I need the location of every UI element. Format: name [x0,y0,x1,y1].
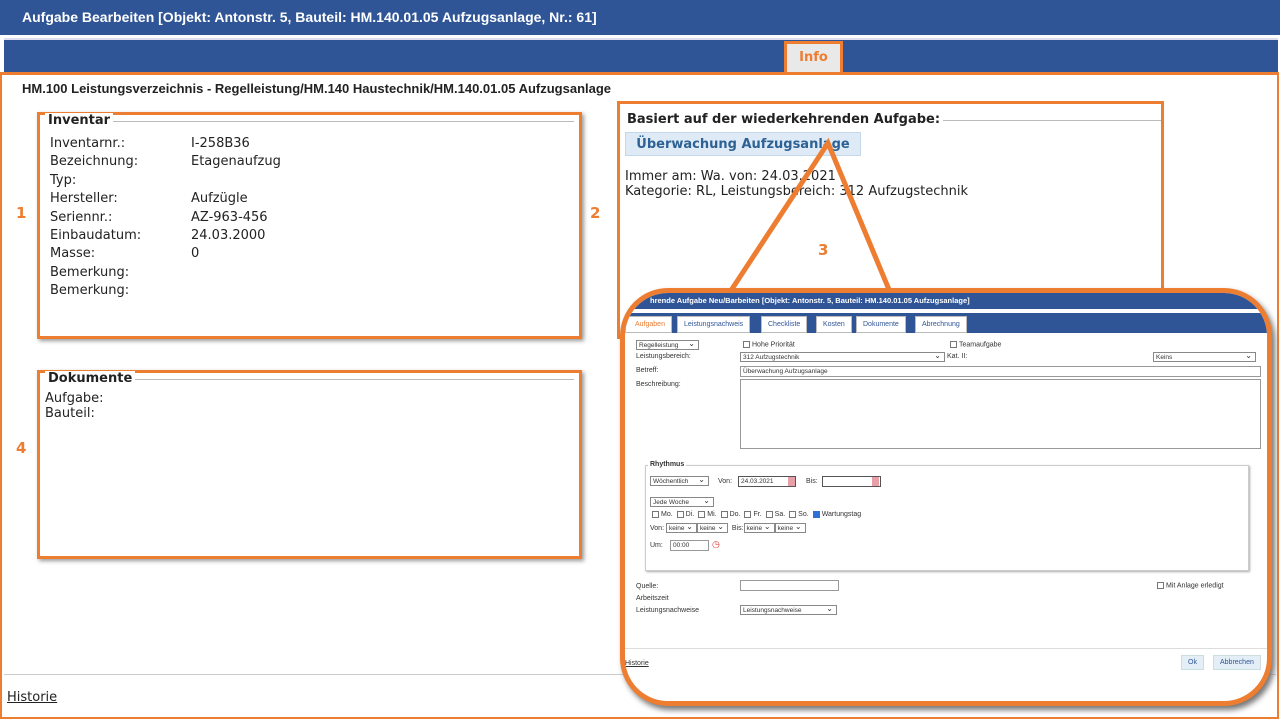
callout-triangle [727,137,893,294]
